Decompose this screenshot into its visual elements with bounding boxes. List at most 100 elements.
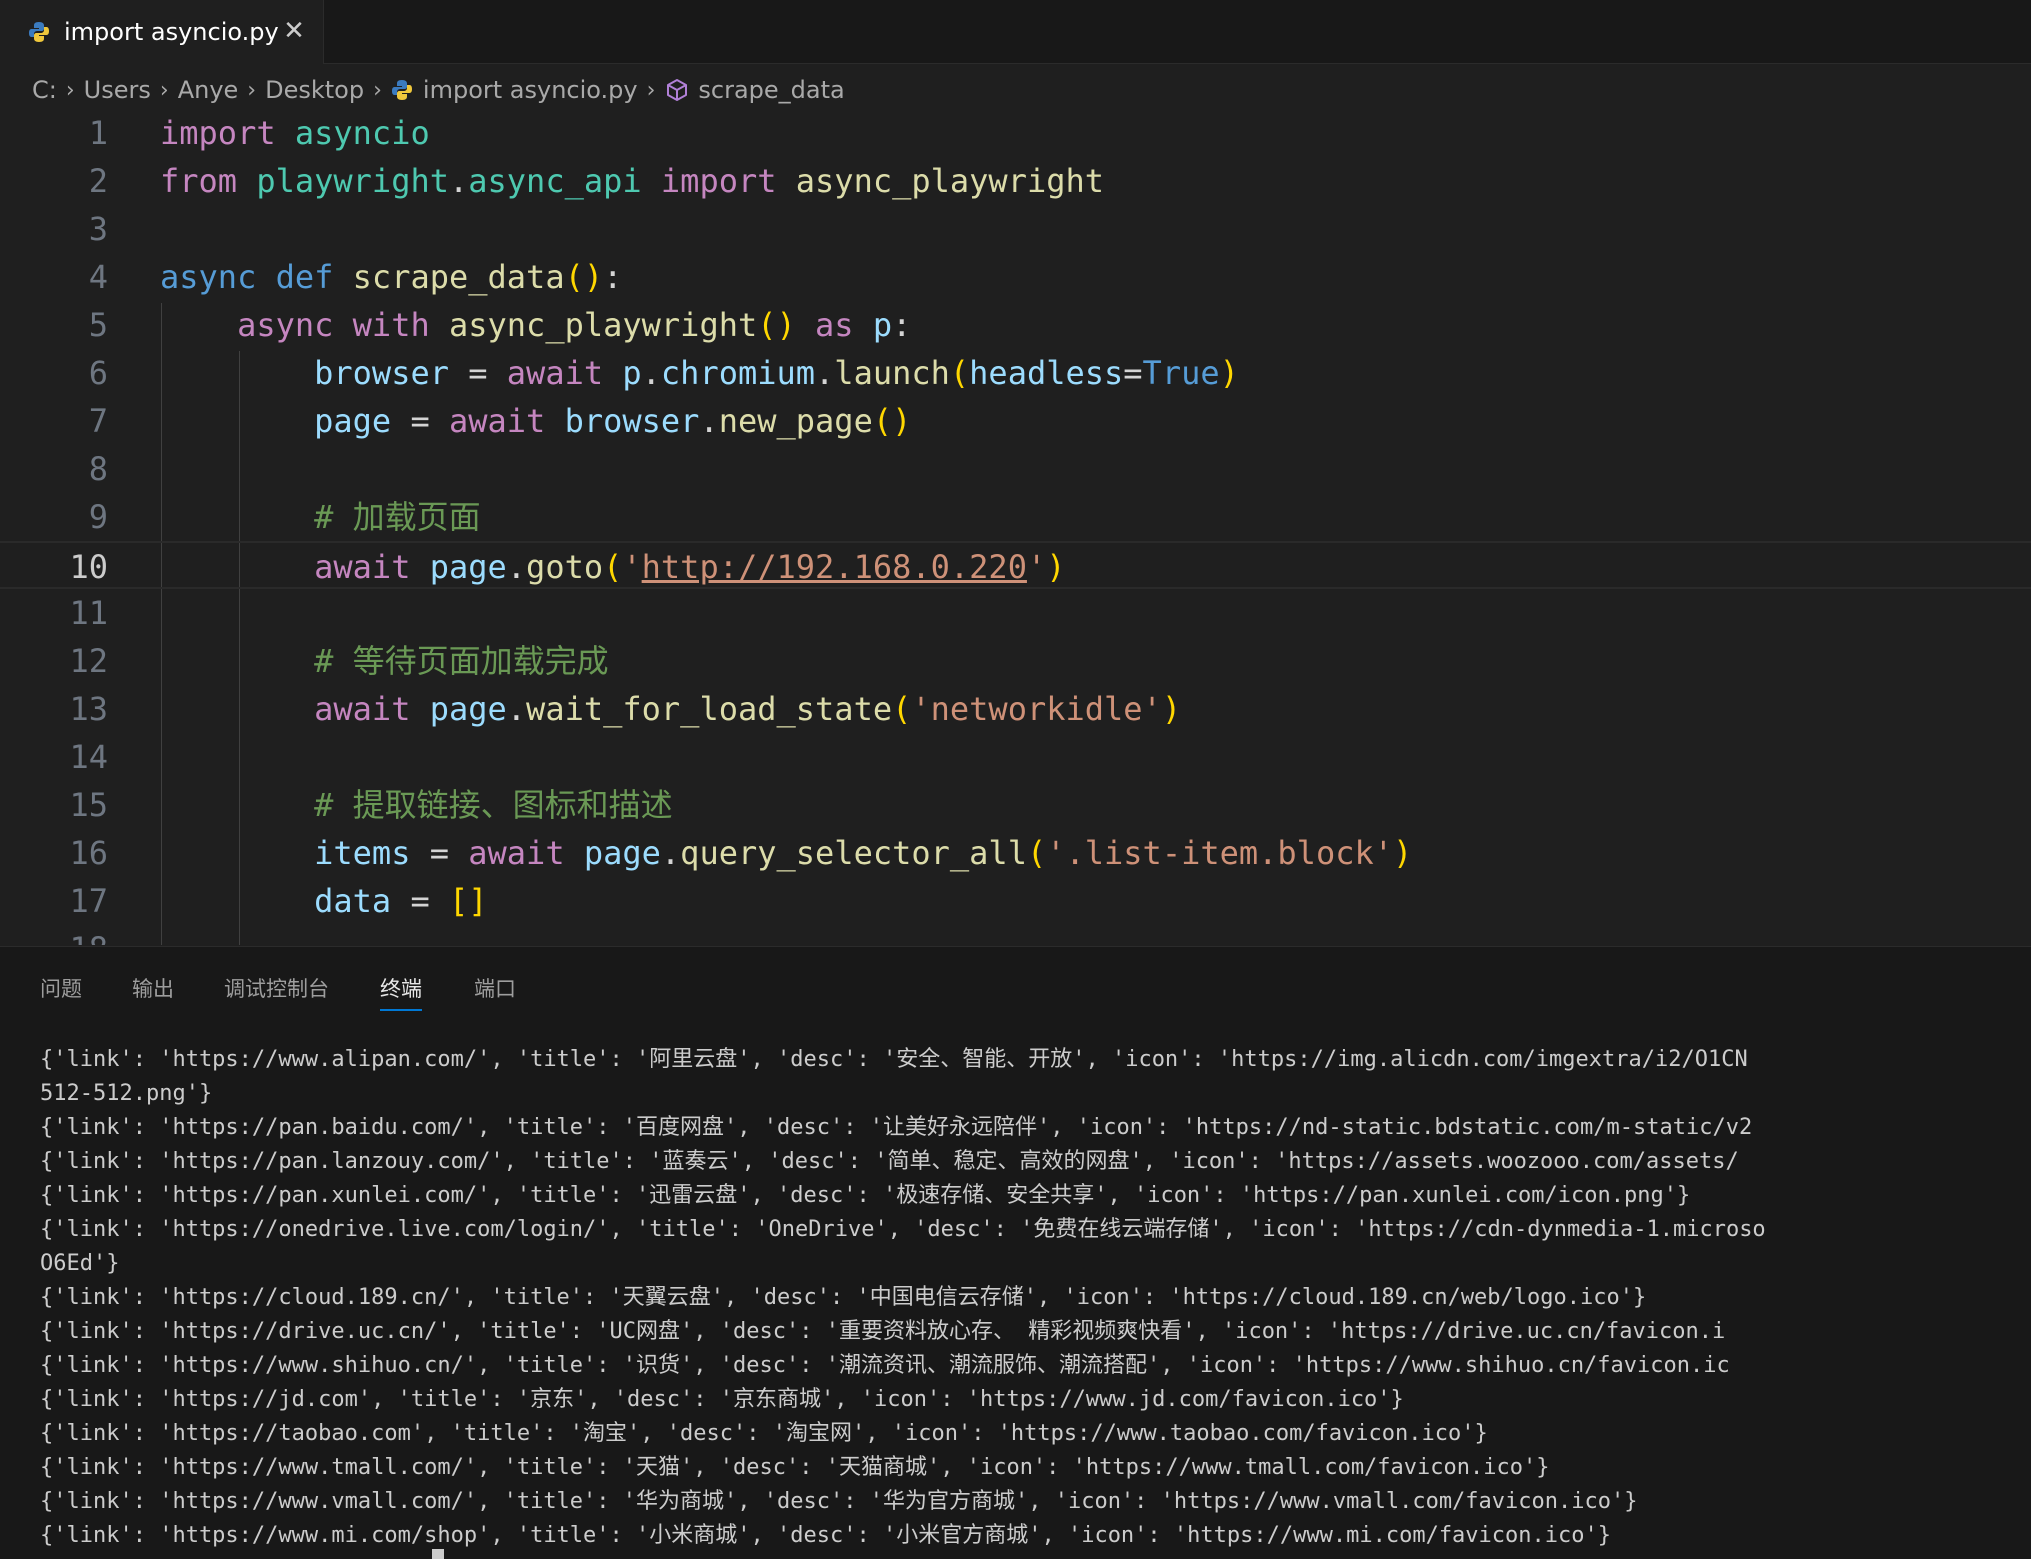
code-token: headless [969, 354, 1124, 392]
tab-debug-console[interactable]: 调试控制台 [224, 973, 329, 1003]
terminal-line: {'link': 'https://taobao.com', 'title': … [40, 1421, 1488, 1446]
line-number: 18 [8, 925, 108, 945]
line-number: 1 [88, 115, 108, 152]
tab-terminal[interactable]: 终端 [380, 973, 422, 1011]
breadcrumb-drive[interactable]: C: [32, 76, 57, 104]
code-line[interactable]: 12 # 等待页面加载完成 [0, 637, 2031, 685]
code-token: page [314, 402, 392, 440]
code-text: # 等待页面加载完成 [160, 637, 609, 685]
terminal-line: {'link': 'https://cloud.189.cn/', 'title… [40, 1285, 1647, 1310]
code-token: . [506, 548, 527, 586]
tab-problems[interactable]: 问题 [40, 973, 82, 1003]
code-line[interactable]: 8 [0, 445, 2031, 493]
breadcrumb-users[interactable]: Users [84, 76, 151, 104]
code-text: await page.wait_for_load_state('networki… [160, 685, 1181, 733]
code-text: # 提取链接、图标和描述 [160, 781, 673, 829]
code-line[interactable]: 13 await page.wait_for_load_state('netwo… [0, 685, 2031, 733]
code-token: [] [448, 882, 488, 920]
line-number: 13 [69, 690, 108, 728]
tab-ports[interactable]: 端口 [474, 973, 516, 1003]
code-text: browser = await p.chromium.launch(headle… [160, 349, 1239, 397]
code-token: async_api [468, 162, 642, 200]
code-line[interactable]: 18 [0, 925, 2031, 945]
code-token: # 提取链接、图标和描述 [314, 786, 673, 824]
cube-icon [667, 79, 688, 101]
code-token: p [622, 354, 642, 392]
code-line[interactable]: 16 items = await page.query_selector_all… [0, 829, 2031, 877]
breadcrumb: C: › Users › Anye › Desktop › import asy… [32, 70, 845, 110]
code-line[interactable]: 7 page = await browser.new_page() [0, 397, 2031, 445]
code-token: = [410, 834, 469, 872]
code-line[interactable]: 10 await page.goto('http://192.168.0.220… [0, 541, 2031, 589]
code-line[interactable]: 11 [0, 589, 2031, 637]
code-editor[interactable]: 1 import asyncio 2 from playwright.async_ap… [0, 115, 2031, 945]
line-number: 3 [88, 210, 108, 248]
terminal-line: {'link': 'https://www.mi.com/shop', 'tit… [40, 1523, 1612, 1548]
code-line[interactable]: 15 # 提取链接、图标和描述 [0, 781, 2031, 829]
code-token: async_playwright [795, 162, 1105, 200]
terminal-output[interactable]: {'link': 'https://www.alipan.com/', 'tit… [40, 1043, 2031, 1553]
code-text: async def scrape_data(): [160, 253, 622, 301]
code-line[interactable]: 5 async with async_playwright() as p: [0, 301, 2031, 349]
code-token: wait_for_load_state [526, 690, 893, 728]
line-number: 7 [88, 402, 108, 440]
code-token: ( [949, 354, 970, 392]
code-token: page [429, 548, 507, 586]
terminal-line: {'link': 'https://www.shihuo.cn/', 'titl… [40, 1353, 1730, 1378]
code-line[interactable]: 4 async def scrape_data(): [0, 253, 2031, 301]
code-text: items = await page.query_selector_all('.… [160, 829, 1412, 877]
code-line[interactable]: 9 # 加载页面 [0, 493, 2031, 541]
line-number: 6 [88, 354, 108, 392]
editor-tab-bar: import asyncio.py ✕ [0, 0, 2031, 64]
terminal-line: {'link': 'https://www.tmall.com/', 'titl… [40, 1455, 1550, 1480]
code-token: . [641, 354, 661, 392]
code-token: () [564, 258, 604, 296]
code-token: ' [1026, 548, 1047, 586]
code-token: . [699, 402, 719, 440]
breadcrumb-file[interactable]: import asyncio.py [423, 76, 638, 104]
code-token: with [352, 306, 430, 344]
code-token: browser [564, 402, 700, 440]
close-icon[interactable]: ✕ [281, 18, 307, 44]
breadcrumb-desktop[interactable]: Desktop [265, 76, 364, 104]
line-number: 11 [69, 594, 108, 632]
code-line[interactable]: 2 from playwright.async_api import async_… [0, 157, 2031, 205]
breadcrumb-symbol[interactable]: scrape_data [698, 76, 844, 104]
code-line[interactable]: 6 browser = await p.chromium.launch(head… [0, 349, 2031, 397]
code-token: async [160, 258, 257, 296]
code-token: ( [892, 690, 912, 728]
terminal-line: {'link': 'https://pan.baidu.com/', 'titl… [40, 1115, 1753, 1140]
code-line[interactable]: 17 data = [] [0, 877, 2031, 925]
code-token: True [1142, 354, 1220, 392]
line-number: 16 [69, 834, 108, 872]
code-token: # 加载页面 [314, 498, 481, 536]
tab-output[interactable]: 输出 [132, 973, 174, 1003]
terminal-line: {'link': 'https://pan.lanzouy.com/', 'ti… [40, 1149, 1739, 1174]
line-number: 15 [69, 786, 108, 824]
tab-import-asyncio[interactable]: import asyncio.py ✕ [0, 0, 324, 64]
code-token: await [314, 548, 411, 586]
code-token: async [237, 306, 334, 344]
code-token: () [872, 402, 912, 440]
terminal-line: {'link': 'https://jd.com', 'title': '京东'… [40, 1387, 1404, 1412]
code-line[interactable]: 1 import asyncio [0, 115, 2031, 157]
code-token: ( [1026, 834, 1047, 872]
code-line[interactable]: 3 [0, 205, 2031, 253]
code-text: data = [] [160, 877, 488, 925]
bottom-panel: 问题 输出 调试控制台 终端 端口 {'link': 'https://www.… [0, 946, 2031, 1559]
code-line[interactable]: 14 [0, 733, 2031, 781]
breadcrumb-anye[interactable]: Anye [178, 76, 239, 104]
terminal-line: O6Ed'} [40, 1251, 120, 1276]
